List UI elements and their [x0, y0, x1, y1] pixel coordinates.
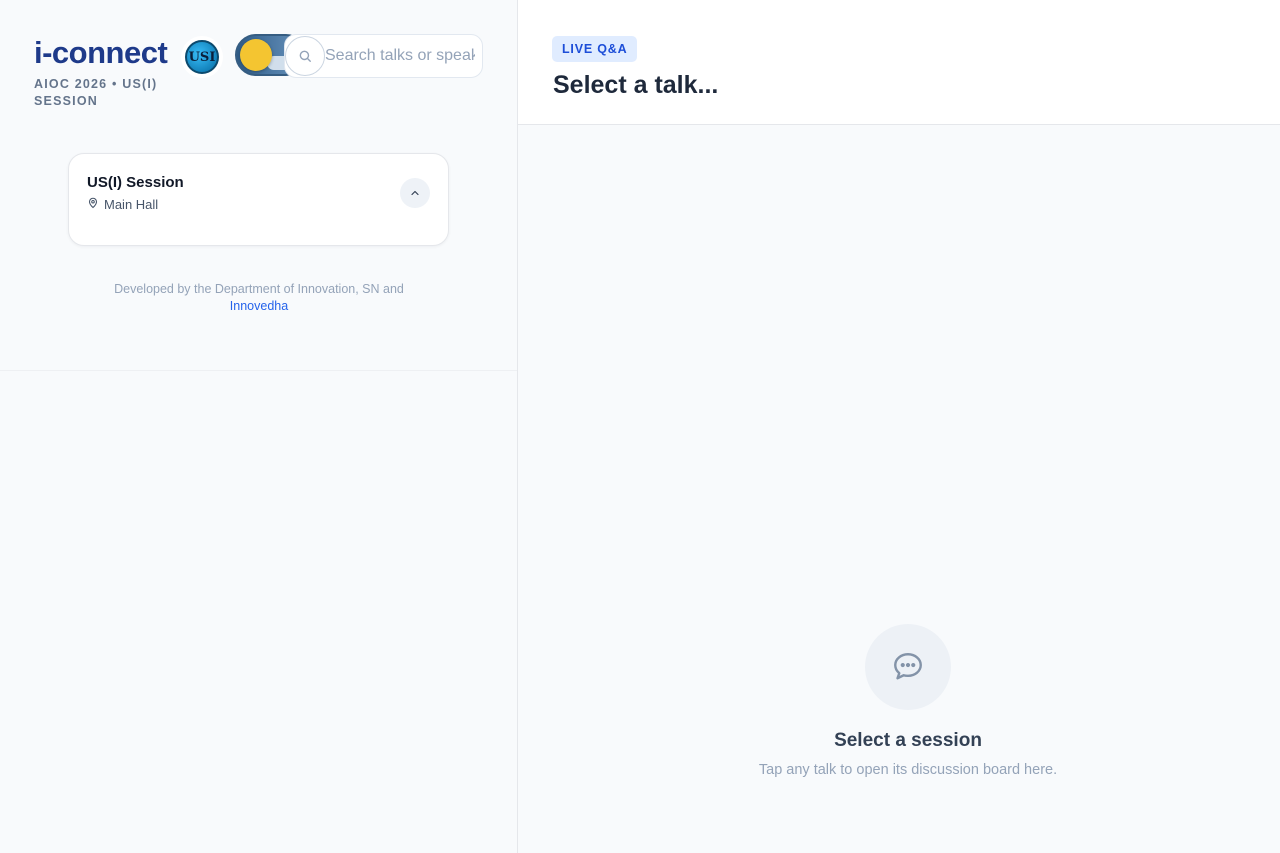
session-title: US(I) Session — [87, 174, 184, 191]
chat-bubble-icon — [865, 624, 951, 710]
footer-credit: Developed by the Department of Innovatio… — [0, 281, 518, 315]
usi-logo: USI — [181, 36, 223, 78]
brand-subtitle: AIOC 2026 • US(I) SESSION — [34, 77, 158, 108]
footer-credit-text: Developed by the Department of Innovatio… — [114, 282, 404, 296]
usi-logo-mark: USI — [185, 40, 219, 74]
main-panel: LIVE Q&A Select a talk... Select a sessi… — [518, 0, 1280, 853]
app-root: i-connect AIOC 2026 • US(I) SESSION USI — [0, 0, 1280, 853]
chevron-up-icon — [411, 190, 419, 196]
empty-state: Select a session Tap any talk to open it… — [518, 624, 1280, 778]
brand: i-connect AIOC 2026 • US(I) SESSION — [34, 34, 204, 110]
session-card[interactable]: US(I) Session Main Hall — [68, 153, 449, 246]
search-icon — [285, 36, 325, 76]
search-input[interactable] — [325, 47, 475, 65]
main-header: LIVE Q&A Select a talk... — [518, 0, 1280, 125]
search-box[interactable] — [284, 34, 483, 78]
map-pin-icon — [87, 197, 99, 212]
empty-state-title: Select a session — [834, 730, 982, 751]
sidebar-top-section: i-connect AIOC 2026 • US(I) SESSION USI — [0, 0, 517, 371]
live-qa-badge: LIVE Q&A — [552, 36, 638, 62]
sun-icon — [240, 39, 272, 71]
session-location: Main Hall — [87, 197, 158, 212]
page-title: Select a talk... — [553, 71, 719, 99]
session-location-text: Main Hall — [104, 197, 159, 212]
sidebar: i-connect AIOC 2026 • US(I) SESSION USI — [0, 0, 518, 853]
brand-name: i-connect — [34, 35, 168, 70]
innovedha-link[interactable]: Innovedha — [230, 299, 288, 313]
collapse-button[interactable] — [400, 178, 430, 208]
empty-state-description: Tap any talk to open its discussion boar… — [758, 762, 1058, 778]
